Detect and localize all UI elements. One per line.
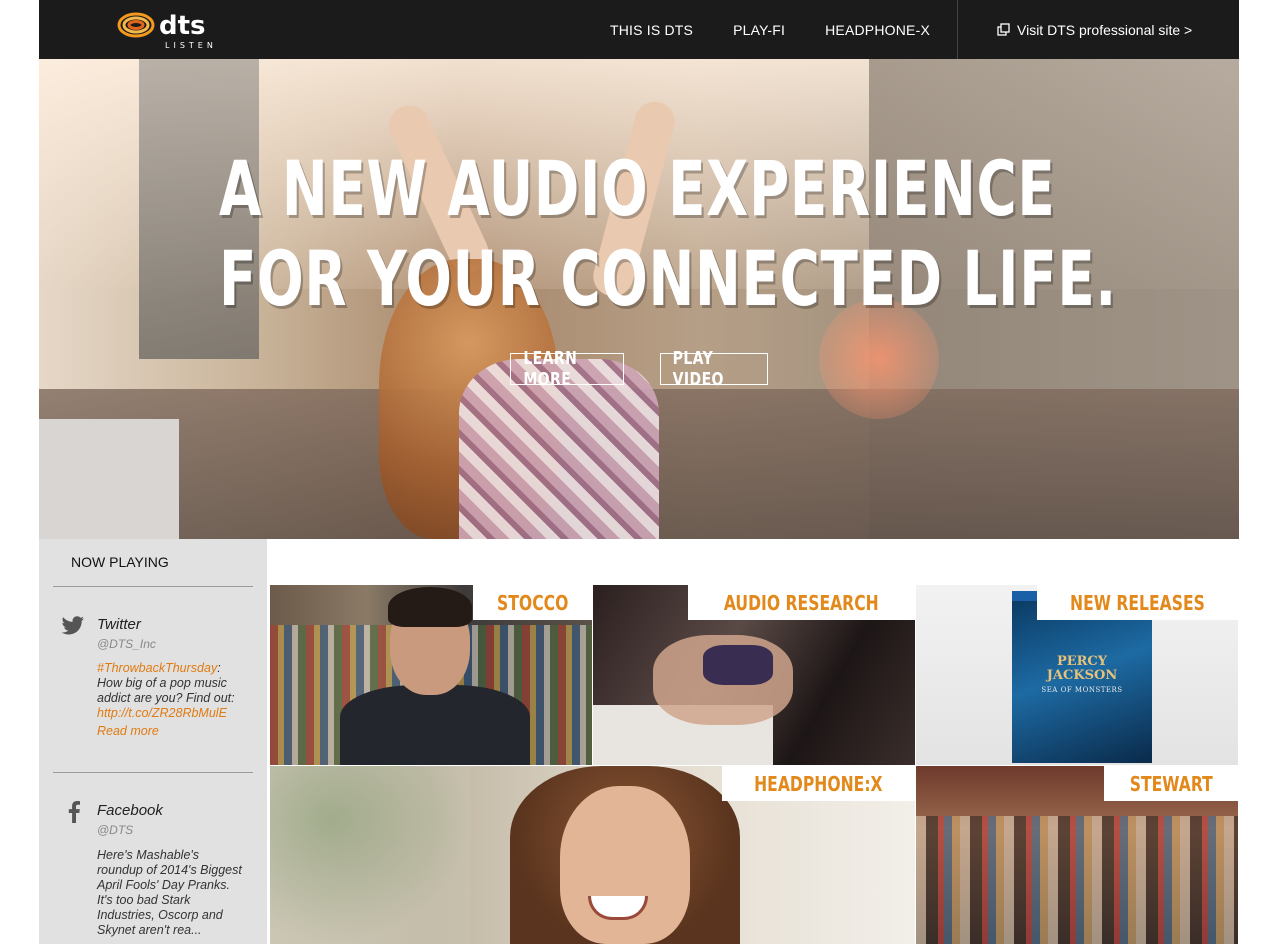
twitter-name[interactable]: Twitter bbox=[97, 616, 141, 633]
learn-more-button[interactable]: LEARN MORE bbox=[510, 348, 624, 390]
play-video-button[interactable]: PLAY VIDEO bbox=[660, 348, 768, 390]
facebook-f-icon[interactable] bbox=[67, 801, 91, 825]
tile-label: STEWART bbox=[1103, 766, 1238, 801]
nav-play-fi[interactable]: PLAY-FI bbox=[733, 22, 785, 38]
facebook-post-text: Here's Mashable's roundup of 2014's Bigg… bbox=[97, 848, 242, 937]
twitter-bird-icon[interactable] bbox=[61, 616, 85, 640]
pro-site-link-label: Visit DTS professional site > bbox=[1017, 21, 1193, 38]
facebook-name[interactable]: Facebook bbox=[97, 802, 163, 819]
pro-site-link[interactable]: Visit DTS professional site > bbox=[997, 0, 1192, 59]
twitter-post-link[interactable]: http://t.co/ZR28RbMulE bbox=[97, 706, 227, 720]
divider bbox=[53, 586, 253, 587]
twitter-handle[interactable]: @DTS_Inc bbox=[97, 637, 156, 651]
tile-new-releases[interactable]: PERCY JACKSON SEA OF MONSTERS NEW RELEAS… bbox=[916, 585, 1238, 765]
tile-audio-research[interactable]: AUDIO RESEARCH bbox=[593, 585, 915, 765]
hero-headline-line1: A NEW AUDIO EXPERIENCE bbox=[219, 144, 1056, 233]
tile-photo bbox=[916, 816, 1238, 944]
hero-banner: A NEW AUDIO EXPERIENCE FOR YOUR CONNECTE… bbox=[39, 59, 1239, 539]
dts-logo-swirl-icon bbox=[117, 12, 155, 38]
tile-headphone-x[interactable]: HEADPHONE:X bbox=[270, 766, 915, 944]
svg-text:LISTEN: LISTEN bbox=[165, 41, 217, 50]
tile-stocco[interactable]: STOCCO bbox=[270, 585, 592, 765]
main-nav: THIS IS DTS PLAY-FI HEADPHONE-X bbox=[610, 0, 970, 59]
facebook-handle[interactable]: @DTS bbox=[97, 823, 133, 837]
external-link-icon bbox=[997, 22, 1011, 37]
now-playing-sidebar: NOW PLAYING Twitter @DTS_Inc #ThrowbackT… bbox=[39, 539, 267, 944]
hero-headline-line2: FOR YOUR CONNECTED LIFE. bbox=[219, 234, 1117, 323]
twitter-read-more-link[interactable]: Read more bbox=[97, 724, 159, 738]
nav-this-is-dts[interactable]: THIS IS DTS bbox=[610, 22, 693, 38]
tile-label: STOCCO bbox=[472, 585, 592, 620]
twitter-hashtag-link[interactable]: #ThrowbackThursday bbox=[97, 661, 217, 675]
twitter-post-text: #ThrowbackThursday: How big of a pop mus… bbox=[97, 661, 235, 720]
nav-divider bbox=[957, 0, 958, 59]
divider bbox=[53, 772, 253, 773]
tile-label: HEADPHONE:X bbox=[722, 766, 915, 801]
bluray-cover-title: PERCY JACKSON SEA OF MONSTERS bbox=[1041, 654, 1123, 695]
hero-headline: A NEW AUDIO EXPERIENCE FOR YOUR CONNECTE… bbox=[219, 144, 1117, 324]
svg-text:dts: dts bbox=[159, 11, 206, 41]
tile-stewart[interactable]: STEWART bbox=[916, 766, 1238, 944]
tile-label: AUDIO RESEARCH bbox=[688, 585, 915, 620]
top-nav-bar: dts LISTEN THIS IS DTS PLAY-FI HEADPHONE… bbox=[39, 0, 1239, 59]
dts-logo[interactable]: dts LISTEN bbox=[117, 10, 227, 50]
tile-label: NEW RELEASES bbox=[1037, 585, 1238, 620]
tile-photo bbox=[560, 786, 690, 944]
sidebar-title: NOW PLAYING bbox=[71, 554, 169, 570]
nav-headphone-x[interactable]: HEADPHONE-X bbox=[825, 22, 930, 38]
